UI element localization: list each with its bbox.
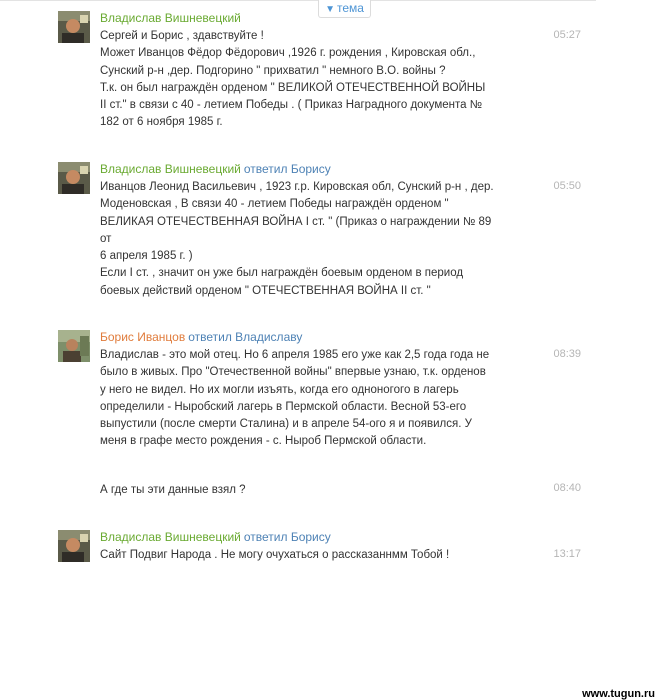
- message-time: 08:39: [553, 348, 581, 360]
- message-time: 08:40: [553, 482, 581, 494]
- text-line: Может Иванцов Фёдор Фёдорович ,1926 г. р…: [100, 47, 476, 60]
- reply-to-link[interactable]: ответил Борису: [244, 530, 331, 544]
- reply-to-link[interactable]: ответил Владиславу: [188, 330, 302, 344]
- author-link[interactable]: Владислав Вишневецкий: [100, 530, 241, 544]
- message-text: Владислав - это мой отец. Но 6 апреля 19…: [100, 347, 520, 451]
- text-line: Моденовская , В связи 40 - летием Победы…: [100, 198, 449, 211]
- author-link[interactable]: Борис Иванцов: [100, 330, 185, 344]
- message-item: Владислав Вишневецкий ответил Борису 13:1…: [58, 530, 588, 570]
- avatar[interactable]: [58, 11, 90, 43]
- text-line: Иванцов Леонид Васильевич , 1923 г.р. Ки…: [100, 181, 494, 193]
- text-line: ВЕЛИКАЯ ОТЕЧЕСТВЕННАЯ ВОЙНА I ст. " (При…: [100, 215, 492, 228]
- text-line: Т.к. он был награждён орденом " ВЕЛИКОЙ …: [100, 81, 486, 94]
- text-line: было в живых. Про "Отечественной войны" …: [100, 366, 486, 379]
- text-line: 182 от 6 ноября 1985 г.: [100, 116, 223, 129]
- text-line: Если I ст. , значит он уже был награждён…: [100, 267, 464, 280]
- text-line: меня в графе место рождения - с. Ныроб П…: [100, 435, 427, 448]
- message-header: Владислав Вишневецкий: [100, 11, 241, 25]
- message-header: Владислав Вишневецкий ответил Борису: [100, 162, 331, 176]
- text-line: у него не видел. Но их могли изъять, ког…: [100, 383, 459, 396]
- message-item: Владислав Вишневецкий ответил Борису 05:5…: [58, 162, 588, 302]
- avatar[interactable]: [58, 530, 90, 562]
- author-link[interactable]: Владислав Вишневецкий: [100, 162, 241, 176]
- text-line: II ст." в связи с 40 - летием Победы . (…: [100, 99, 483, 112]
- text-line: Сайт Подвиг Народа . Не могу очухаться о…: [100, 549, 450, 561]
- message-text: Сайт Подвиг Народа . Не могу очухаться о…: [100, 547, 520, 564]
- message-text: А где ты эти данные взял ?: [100, 482, 520, 499]
- text-line: выпустили (после смерти Сталина) и в апр…: [100, 418, 472, 431]
- text-line: определили - Ныробский лагерь в Пермской…: [100, 400, 467, 413]
- message-item: 08:40 А где ты эти данные взял ?: [58, 482, 588, 502]
- message-header: Владислав Вишневецкий ответил Борису: [100, 530, 331, 544]
- avatar[interactable]: [58, 330, 90, 362]
- reply-to-link[interactable]: ответил Борису: [244, 162, 331, 176]
- message-time: 05:50: [553, 180, 581, 192]
- message-text: Сергей и Борис , здавствуйте ! Может Ива…: [100, 28, 520, 132]
- text-line: от: [100, 232, 112, 245]
- message-time: 13:17: [553, 548, 581, 560]
- avatar[interactable]: [58, 162, 90, 194]
- text-line: боевых действий орденом " ОТЕЧЕСТВЕННАЯ …: [100, 284, 431, 297]
- text-line: Сунский р-н ,дер. Подгорино " прихватил …: [100, 64, 446, 77]
- text-line: А где ты эти данные взял ?: [100, 484, 246, 496]
- text-line: 6 апреля 1985 г. ): [100, 250, 193, 263]
- message-header: Борис Иванцов ответил Владиславу: [100, 330, 302, 344]
- watermark: www.tugun.ru: [582, 688, 655, 700]
- message-item: Борис Иванцов ответил Владиславу 08:39 Вл…: [58, 330, 588, 455]
- text-line: Владислав - это мой отец. Но 6 апреля 19…: [100, 349, 490, 361]
- message-item: Владислав Вишневецкий 05:27 Сергей и Бор…: [58, 11, 588, 131]
- message-time: 05:27: [553, 29, 581, 41]
- top-border: [0, 0, 596, 1]
- text-line: Сергей и Борис , здавствуйте !: [100, 30, 264, 42]
- message-text: Иванцов Леонид Васильевич , 1923 г.р. Ки…: [100, 179, 520, 300]
- author-link[interactable]: Владислав Вишневецкий: [100, 11, 241, 25]
